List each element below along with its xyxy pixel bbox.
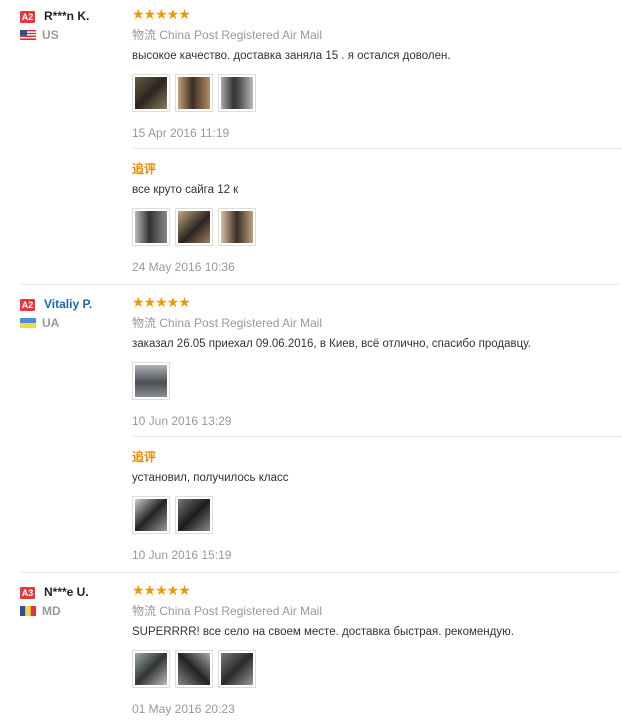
buyer-level-badge: A2 [20, 299, 35, 311]
buyer-level-badge: A3 [20, 587, 35, 599]
review-photos [132, 650, 256, 688]
review-photo-thumb[interactable] [175, 208, 213, 246]
divider [132, 436, 622, 437]
reviewer-country: US [42, 28, 59, 42]
shipping-method: 物流 China Post Registered Air Mail [132, 602, 322, 619]
followup-date: 24 May 2016 10:36 [132, 260, 235, 274]
rating-stars: ★★★★★ [132, 6, 191, 22]
review-photo-thumb[interactable] [218, 208, 256, 246]
shipping-label: 物流 [132, 28, 157, 42]
followup-text: установил, получилось класс [132, 472, 289, 484]
review-photo-thumb[interactable] [132, 74, 170, 112]
review-text: заказал 26.05 приехал 09.06.2016, в Киев… [132, 338, 531, 350]
review-photo-thumb[interactable] [218, 650, 256, 688]
rating-stars: ★★★★★ [132, 294, 191, 310]
review-photos [132, 362, 170, 400]
buyer-level-badge: A2 [20, 11, 35, 23]
review-photos [132, 74, 256, 112]
shipping-label: 物流 [132, 316, 157, 330]
us-flag-icon [20, 30, 36, 40]
review-date: 10 Jun 2016 13:29 [132, 414, 232, 428]
shipping-method: 物流 China Post Registered Air Mail [132, 314, 322, 331]
review-text: SUPERRRR! все село на своем месте. доста… [132, 626, 514, 638]
shipping-name: China Post Registered Air Mail [159, 604, 323, 618]
shipping-label: 物流 [132, 604, 157, 618]
review-text: высокое качество. доставка заняла 15 . я… [132, 50, 451, 62]
reviewer-name: N***e U. [44, 585, 89, 599]
review-date: 15 Apr 2016 11:19 [132, 126, 230, 140]
followup-photos [132, 496, 213, 534]
review-photo-thumb[interactable] [132, 496, 170, 534]
review-photo-thumb[interactable] [132, 650, 170, 688]
reviewer-country: MD [42, 604, 61, 618]
reviewer-name: R***n K. [44, 9, 90, 23]
shipping-method: 物流 China Post Registered Air Mail [132, 26, 322, 43]
shipping-name: China Post Registered Air Mail [159, 28, 323, 42]
review-photo-thumb[interactable] [175, 496, 213, 534]
review-photo-thumb[interactable] [132, 362, 170, 400]
followup-label: 追评 [132, 162, 157, 176]
followup-text: все круто сайга 12 к [132, 184, 239, 196]
review-photo-thumb[interactable] [218, 74, 256, 112]
review-photo-thumb[interactable] [175, 74, 213, 112]
divider [132, 148, 622, 149]
review-date: 01 May 2016 20:23 [132, 702, 235, 716]
review-photo-thumb[interactable] [132, 208, 170, 246]
followup-date: 10 Jun 2016 15:19 [132, 548, 232, 562]
review-separator [20, 284, 620, 285]
reviewer-name[interactable]: Vitaliy P. [44, 297, 92, 311]
md-flag-icon [20, 606, 36, 616]
review-separator [20, 572, 620, 573]
followup-photos [132, 208, 256, 246]
shipping-name: China Post Registered Air Mail [159, 316, 323, 330]
ua-flag-icon [20, 318, 36, 328]
review-photo-thumb[interactable] [175, 650, 213, 688]
followup-label: 追评 [132, 450, 157, 464]
rating-stars: ★★★★★ [132, 582, 191, 598]
reviewer-country: UA [42, 316, 60, 330]
